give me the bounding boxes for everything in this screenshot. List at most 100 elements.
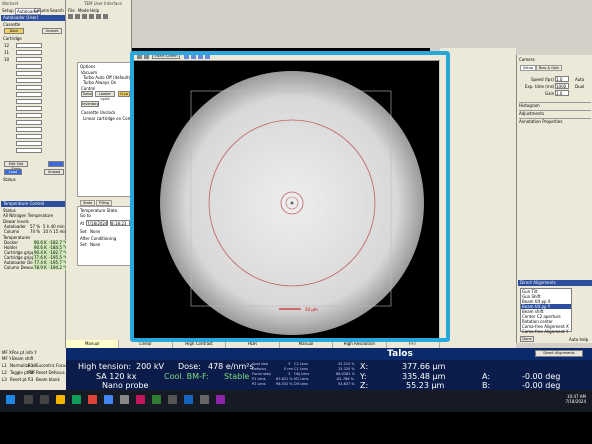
tool-icon[interactable]: [103, 14, 108, 19]
mode-tab-manual-2[interactable]: Manual: [280, 340, 334, 348]
eucentric-focus-label[interactable]: Eucentric Focus: [36, 363, 67, 368]
slot-11-field[interactable]: [16, 50, 42, 55]
menu-mode[interactable]: Mode: [78, 8, 89, 13]
menu-help[interactable]: Help: [90, 8, 99, 13]
tem-image[interactable]: 50 µm: [139, 61, 439, 341]
toolbar-icon[interactable]: [137, 53, 142, 59]
slot-field[interactable]: [16, 78, 42, 83]
alignment-item[interactable]: Coma-free Alignment Y: [521, 329, 571, 334]
dual-checkbox[interactable]: Dual: [575, 84, 584, 89]
tool-icon[interactable]: [96, 14, 101, 19]
toolbar-icon[interactable]: [144, 53, 149, 59]
dock-button[interactable]: Dock: [4, 28, 24, 34]
toolbar-icon[interactable]: [191, 53, 196, 59]
app-icon[interactable]: [184, 395, 193, 404]
inventory-button[interactable]: Inventory: [81, 101, 99, 107]
annotation-section[interactable]: Annotation Properties: [519, 118, 591, 124]
undock-button[interactable]: Undock: [42, 28, 62, 34]
left-tab-column[interactable]: Column: [34, 8, 49, 13]
app-icon[interactable]: [200, 395, 209, 404]
slot-field[interactable]: [16, 113, 42, 118]
toolbar-icon[interactable]: [205, 53, 210, 59]
slot-field[interactable]: [16, 141, 42, 146]
tool-icon[interactable]: [68, 14, 73, 19]
r3-label[interactable]: R3: [28, 377, 33, 382]
histogram-section[interactable]: Histogram: [519, 102, 591, 108]
auto-checkbox[interactable]: Auto: [575, 77, 584, 82]
reset-pt-label[interactable]: Reset pt: [10, 377, 27, 382]
explorer-icon[interactable]: [56, 395, 65, 404]
load-button[interactable]: Load: [4, 169, 22, 175]
mode-tab-linear[interactable]: Linear: [119, 340, 173, 348]
mode-tab-manual[interactable]: Manual: [66, 340, 120, 348]
mf-y-label[interactable]: MF Y: [2, 356, 11, 361]
time-field[interactable]: 8:18:23: [110, 220, 130, 226]
slot-10-field[interactable]: [16, 57, 42, 62]
app-icon[interactable]: [168, 395, 177, 404]
pos-pt-info-label[interactable]: Pos pt info Y: [12, 350, 37, 355]
gain-field[interactable]: 1.0: [555, 90, 569, 96]
talos-dropdown[interactable]: Direct Alignments: [535, 350, 583, 357]
insert-screen-button[interactable]: Insert Screen: [152, 53, 180, 59]
task-view-icon[interactable]: [40, 395, 49, 404]
camera-tab-bias[interactable]: Bias & Gain: [536, 65, 563, 71]
r1-label[interactable]: R1: [28, 363, 33, 368]
mode-tab-high-resolution[interactable]: High Resolution: [333, 340, 387, 348]
r2-label[interactable]: R2: [28, 370, 33, 375]
app-icon[interactable]: [88, 395, 97, 404]
slot-field[interactable]: [16, 64, 42, 69]
camera-tab-setup[interactable]: Setup: [520, 65, 537, 71]
slot-field[interactable]: [16, 134, 42, 139]
app-icon[interactable]: [136, 395, 145, 404]
mode-tab-hdr[interactable]: HDR: [226, 340, 280, 348]
tool-icon[interactable]: [89, 14, 94, 19]
reset-defocus-label[interactable]: Reset Defocus: [36, 370, 65, 375]
toolbar-icon[interactable]: [198, 53, 203, 59]
tool-icon[interactable]: [82, 14, 87, 19]
loader-cycle-button[interactable]: Loader cycle: [95, 91, 115, 101]
l1-label[interactable]: L1: [2, 363, 7, 368]
slot-field[interactable]: [16, 106, 42, 111]
mode-tab-fft[interactable]: FFT: [387, 340, 440, 348]
alignment-list[interactable]: Gun Tilt Gun Shift Beam tilt pp X Beam t…: [520, 288, 572, 334]
beam-shift-label[interactable]: Beam shift: [12, 356, 33, 361]
date-field[interactable]: 7/18/2024: [86, 220, 108, 226]
app-icon[interactable]: [152, 395, 161, 404]
slot-field[interactable]: [16, 85, 42, 90]
beam-blank-label[interactable]: Beam blank: [36, 377, 60, 382]
app-icon[interactable]: [216, 395, 225, 404]
adjustments-section[interactable]: Adjustments: [519, 110, 591, 116]
slot-field[interactable]: [16, 148, 42, 153]
slot-field[interactable]: [16, 99, 42, 104]
auto-help-checkbox[interactable]: Auto help: [569, 337, 588, 342]
slot-field[interactable]: [16, 71, 42, 76]
slot-field[interactable]: [16, 92, 42, 97]
left-tab-search[interactable]: Search: [50, 8, 64, 13]
exposure-field[interactable]: 1000: [555, 83, 569, 89]
done-button[interactable]: Done: [520, 336, 534, 342]
search-icon[interactable]: [24, 395, 33, 404]
edit-slot-state-button[interactable]: Edit Slot State: [4, 161, 28, 171]
turbo-button[interactable]: Turbo: [81, 91, 93, 97]
cryo-button[interactable]: Cryo: [118, 91, 130, 97]
app-icon[interactable]: [120, 395, 129, 404]
speed-field[interactable]: 1.0: [555, 76, 569, 82]
stage-a-value: -0.00 deg: [522, 372, 561, 381]
toolbar-icon[interactable]: [184, 53, 189, 59]
tool-icon[interactable]: [75, 14, 80, 19]
turbo-always-on-radio[interactable]: Turbo Always On: [83, 80, 116, 85]
unload-button[interactable]: Unload: [44, 169, 64, 175]
left-tab-setup[interactable]: Setup: [2, 8, 14, 13]
start-icon[interactable]: [6, 395, 15, 404]
mf-x-label[interactable]: MF X: [2, 350, 12, 355]
mode-tab-high-contrast[interactable]: High Contrast: [173, 340, 227, 348]
app-icon[interactable]: [104, 395, 113, 404]
slot-field[interactable]: [16, 120, 42, 125]
l3-label[interactable]: L3: [2, 377, 7, 382]
app-icon[interactable]: [72, 395, 81, 404]
slot-field[interactable]: [16, 127, 42, 132]
clock[interactable]: 10:47 AM 7/18/2024: [565, 394, 586, 404]
menu-file[interactable]: File: [68, 8, 75, 13]
slot-12-field[interactable]: [16, 43, 42, 48]
l2-label[interactable]: L2: [2, 370, 7, 375]
